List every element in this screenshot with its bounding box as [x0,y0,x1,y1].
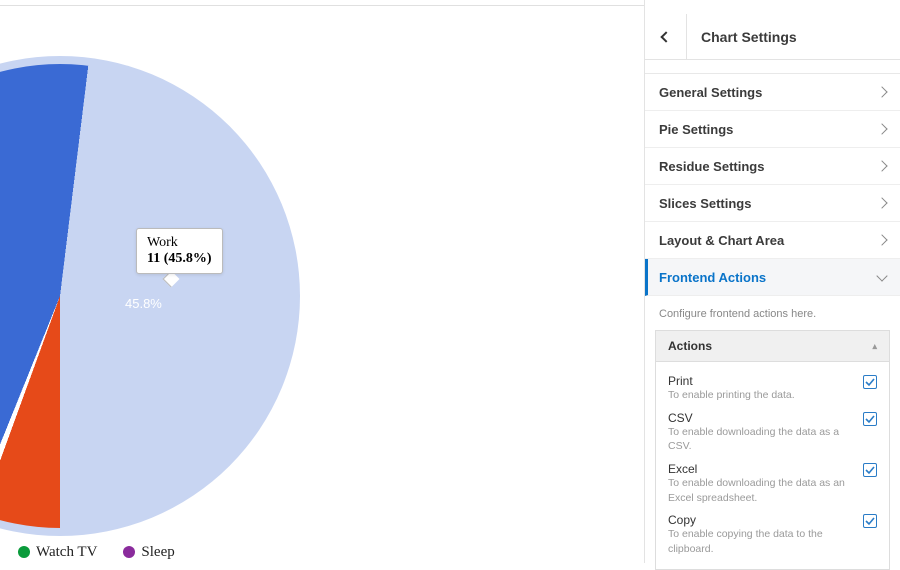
legend-dot-icon [123,546,135,558]
option-print: Print To enable printing the data. [668,368,877,405]
chevron-right-icon [876,234,887,245]
panel-header[interactable]: Actions ▴ [656,331,889,362]
settings-row-label: Residue Settings [659,159,764,174]
checkbox-print[interactable] [863,375,877,389]
option-csv: CSV To enable downloading the data as a … [668,405,877,456]
settings-row-pie[interactable]: Pie Settings [645,111,900,148]
chart-legend: Watch TV Sleep [18,541,644,563]
option-title: Excel [668,462,853,476]
legend-label: Watch TV [36,544,97,561]
legend-item-sleep[interactable]: Sleep [123,544,174,561]
check-icon [865,465,875,475]
settings-row-slices[interactable]: Slices Settings [645,185,900,222]
chevron-right-icon [876,160,887,171]
actions-panel: Actions ▴ Print To enable printing the d… [655,330,890,570]
sidebar-title: Chart Settings [687,29,797,45]
tooltip-value: 11 (45.8%) [147,251,212,267]
chevron-right-icon [876,123,887,134]
settings-sidebar: Chart Settings General Settings Pie Sett… [644,0,900,563]
legend-label: Sleep [141,544,174,561]
chevron-right-icon [876,197,887,208]
settings-row-label: Frontend Actions [659,270,766,285]
settings-row-label: Slices Settings [659,196,751,211]
option-copy: Copy To enable copying the data to the c… [668,507,877,558]
settings-row-frontend-actions[interactable]: Frontend Actions [645,259,900,296]
slice-tooltip: Work 11 (45.8%) [136,228,223,274]
collapse-icon: ▴ [872,341,877,352]
panel-title: Actions [668,339,712,353]
slice-percent-label: 45.8% [125,296,162,311]
settings-row-general[interactable]: General Settings [645,74,900,111]
settings-row-label: General Settings [659,85,762,100]
option-description: To enable printing the data. [668,388,853,403]
option-description: To enable downloading the data as a CSV. [668,425,853,454]
option-excel: Excel To enable downloading the data as … [668,456,877,507]
option-title: Print [668,374,853,388]
checkbox-copy[interactable] [863,514,877,528]
checkbox-csv[interactable] [863,412,877,426]
option-title: Copy [668,513,853,527]
settings-row-layout[interactable]: Layout & Chart Area [645,222,900,259]
legend-dot-icon [18,546,30,558]
chevron-left-icon [660,31,671,42]
legend-item-watch-tv[interactable]: Watch TV [18,544,97,561]
check-icon [865,377,875,387]
option-description: To enable copying the data to the clipbo… [668,527,853,556]
back-button[interactable] [645,14,687,59]
sidebar-header: Chart Settings [645,14,900,60]
panel-body: Print To enable printing the data. CSV T… [656,362,889,569]
settings-row-label: Pie Settings [659,122,733,137]
section-description: Configure frontend actions here. [645,296,900,330]
option-description: To enable downloading the data as an Exc… [668,476,853,505]
option-title: CSV [668,411,853,425]
settings-row-residue[interactable]: Residue Settings [645,148,900,185]
tooltip-label: Work [147,235,212,251]
chart-canvas: 45.8% Work 11 (45.8%) Watch TV Sleep [0,6,644,563]
check-icon [865,414,875,424]
checkbox-excel[interactable] [863,463,877,477]
chevron-right-icon [876,86,887,97]
settings-row-label: Layout & Chart Area [659,233,784,248]
check-icon [865,516,875,526]
chevron-down-icon [876,270,887,281]
pie-chart[interactable]: 45.8% [0,56,300,536]
